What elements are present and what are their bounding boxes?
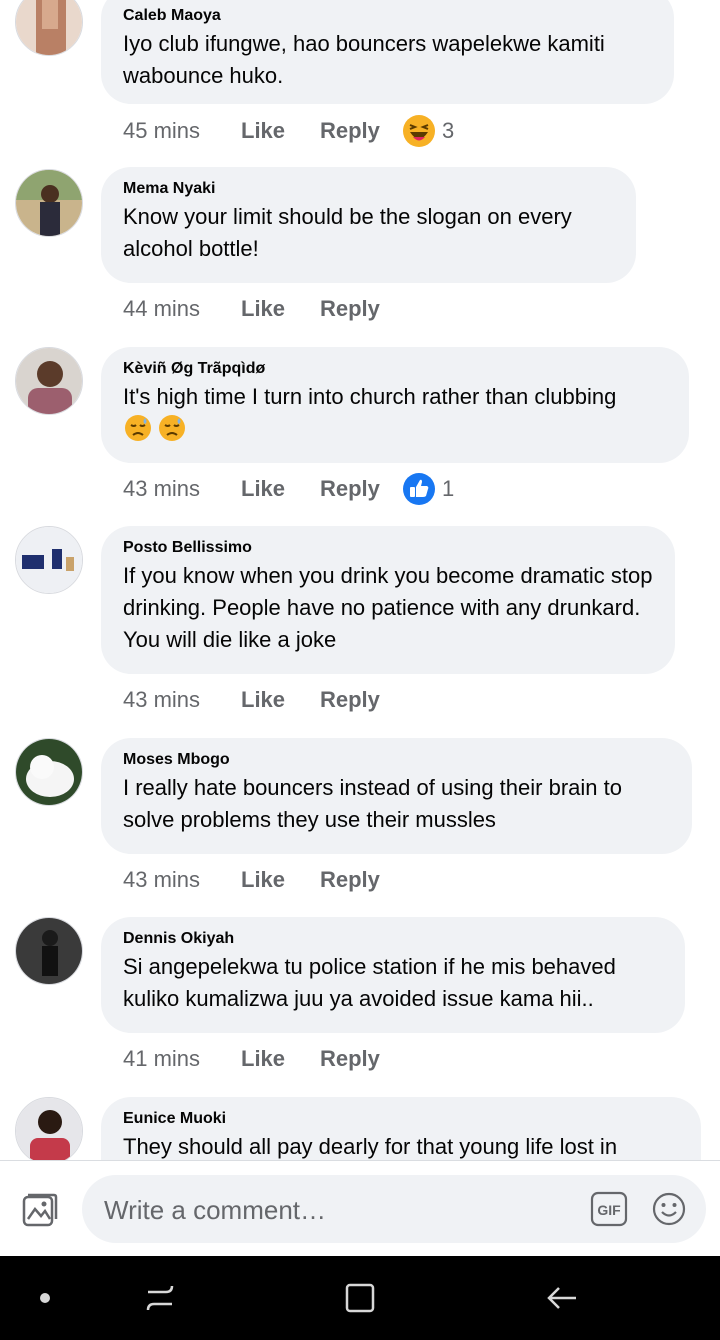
comment-author[interactable]: Caleb Maoya (123, 6, 652, 26)
comment-author[interactable]: Moses Mbogo (123, 750, 670, 770)
avatar[interactable] (15, 917, 83, 985)
comment-author[interactable]: Kèviñ Øg Trãpqìdø (123, 359, 667, 379)
comment-input-pill[interactable]: GIF (82, 1175, 706, 1243)
comment-text: It's high time I turn into church rather… (123, 381, 667, 452)
comment-text: I really hate bouncers instead of using … (123, 775, 629, 832)
reply-button[interactable]: Reply (320, 867, 402, 893)
like-button[interactable]: Like (241, 296, 320, 322)
comment-actions: 41 mins Like Reply (123, 1039, 402, 1079)
avatar[interactable] (15, 169, 83, 237)
comment-author[interactable]: Eunice Muoki (123, 1109, 679, 1129)
comment-time[interactable]: 43 mins (123, 867, 241, 893)
avatar[interactable] (15, 738, 83, 806)
like-button[interactable]: Like (241, 867, 320, 893)
comment-bubble[interactable]: Mema Nyaki Know your limit should be the… (101, 167, 636, 283)
comment-actions: 43 mins Like Reply (123, 680, 402, 720)
comment-time[interactable]: 45 mins (123, 118, 241, 144)
reaction-summary[interactable]: 1 (402, 472, 454, 506)
avatar[interactable] (15, 526, 83, 594)
nav-dot-icon[interactable] (25, 1278, 65, 1318)
comment-author[interactable]: Dennis Okiyah (123, 929, 663, 949)
comment-actions: 44 mins Like Reply (123, 289, 402, 329)
avatar[interactable] (15, 0, 83, 56)
gif-label: GIF (597, 1202, 621, 1218)
comment-text: Know your limit should be the slogan on … (123, 204, 578, 261)
comment-bubble[interactable]: Eunice Muoki They should all pay dearly … (101, 1097, 701, 1160)
reply-button[interactable]: Reply (320, 476, 402, 502)
sad-sweat-emoji-icon (123, 413, 153, 452)
sad-sweat-emoji-icon (157, 413, 187, 452)
comment-text-body: It's high time I turn into church rather… (123, 384, 617, 409)
comment-bubble[interactable]: Kèviñ Øg Trãpqìdø It's high time I turn … (101, 347, 689, 463)
comment-actions: 45 mins Like Reply 3 (123, 111, 454, 151)
comment-text: Si angepelekwa tu police station if he m… (123, 954, 622, 1011)
like-button[interactable]: Like (241, 1046, 320, 1072)
avatar[interactable] (15, 347, 83, 415)
comment-text: If you know when you drink you become dr… (123, 563, 659, 652)
avatar[interactable] (15, 1097, 83, 1160)
recent-apps-icon[interactable] (140, 1278, 180, 1318)
comment-composer: GIF (0, 1160, 720, 1256)
comment-author[interactable]: Posto Bellissimo (123, 538, 653, 558)
comment-time[interactable]: 43 mins (123, 687, 241, 713)
system-navigation-bar (0, 1256, 720, 1340)
comment-bubble[interactable]: Caleb Maoya Iyo club ifungwe, hao bounce… (101, 0, 674, 104)
comment-bubble[interactable]: Posto Bellissimo If you know when you dr… (101, 526, 675, 674)
reply-button[interactable]: Reply (320, 687, 402, 713)
haha-reaction-icon (403, 115, 435, 147)
like-button[interactable]: Like (241, 118, 320, 144)
comment-time[interactable]: 41 mins (123, 1046, 241, 1072)
comment-actions: 43 mins Like Reply (123, 860, 402, 900)
emoji-icon[interactable] (651, 1191, 687, 1227)
comment-actions: 43 mins Like Reply 1 (123, 469, 454, 509)
comment-bubble[interactable]: Dennis Okiyah Si angepelekwa tu police s… (101, 917, 685, 1033)
reply-button[interactable]: Reply (320, 1046, 402, 1072)
like-button[interactable]: Like (241, 476, 320, 502)
comment-author[interactable]: Mema Nyaki (123, 179, 614, 199)
comment-feed[interactable]: Caleb Maoya Iyo club ifungwe, hao bounce… (0, 0, 720, 1160)
comment-time[interactable]: 43 mins (123, 476, 241, 502)
comment-text: Iyo club ifungwe, hao bouncers wapelekwe… (123, 31, 611, 88)
comment-bubble[interactable]: Moses Mbogo I really hate bouncers inste… (101, 738, 692, 854)
reply-button[interactable]: Reply (320, 296, 402, 322)
comment-time[interactable]: 44 mins (123, 296, 241, 322)
reply-button[interactable]: Reply (320, 118, 402, 144)
gif-icon[interactable]: GIF (590, 1191, 628, 1227)
back-icon[interactable] (542, 1278, 582, 1318)
home-icon[interactable] (340, 1278, 380, 1318)
reaction-count: 3 (442, 118, 455, 143)
comment-text: They should all pay dearly for that youn… (123, 1134, 618, 1159)
reaction-summary[interactable]: 3 (402, 114, 454, 148)
like-button[interactable]: Like (241, 687, 320, 713)
like-reaction-icon (403, 473, 435, 505)
reaction-count: 1 (442, 476, 455, 501)
comment-input[interactable] (102, 1189, 576, 1231)
photo-icon[interactable] (20, 1189, 60, 1229)
